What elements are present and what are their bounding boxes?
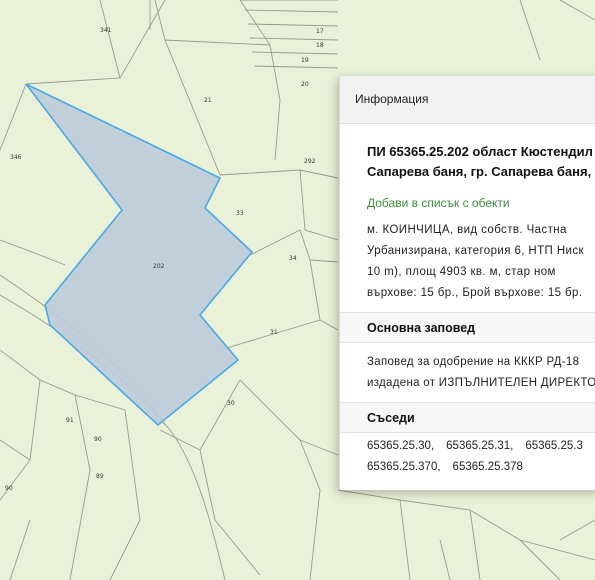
parcel-label: 21 — [204, 97, 212, 104]
neighbors-section-heading: Съседи — [340, 402, 595, 433]
parcel-label: 33 — [236, 210, 244, 217]
neighbors-heading-text: Съседи — [367, 411, 415, 425]
order-heading-text: Основна заповед — [367, 321, 476, 335]
parcel-label: 91 — [66, 417, 74, 424]
parcel-label: 202 — [153, 263, 165, 270]
parcel-label: 20 — [301, 81, 309, 88]
info-panel: Информация ПИ 65365.25.202 област Кюстен… — [339, 76, 595, 490]
neighbor-link[interactable]: 65365.25.31, — [446, 436, 513, 457]
order-text: Заповед за одобрение на КККР РД-18 издад… — [367, 352, 595, 394]
parcel-description: м. КОИНЧИЦА, вид собств. Частна Урбанизи… — [367, 220, 595, 304]
description-line: върхове: 15 бр., Брой върхове: 15 бр. — [367, 287, 583, 299]
panel-header: Информация — [340, 76, 595, 124]
order-text-line: Заповед за одобрение на КККР РД-18 — [367, 356, 580, 368]
panel-header-title: Информация — [355, 92, 429, 106]
neighbor-link[interactable]: 65365.25.30, — [367, 436, 434, 457]
neighbors-list: 65365.25.30, 65365.25.31, 65365.25.3 653… — [367, 436, 595, 478]
order-section-heading: Основна заповед — [340, 312, 595, 343]
parcel-title-line-2: Сапарева баня, гр. Сапарева баня, м — [367, 164, 595, 179]
parcel-label: 30 — [227, 400, 235, 407]
neighbor-link[interactable]: 65365.25.3 — [525, 436, 583, 457]
parcel-label: 34 — [289, 255, 297, 262]
description-line: Урбанизирана, категория 6, НТП Ниск — [367, 245, 584, 257]
parcel-label: 346 — [10, 154, 22, 161]
parcel-label: 18 — [316, 42, 324, 49]
parcel-title: ПИ 65365.25.202 област Кюстендил Сапарев… — [367, 142, 595, 182]
neighbor-link[interactable]: 65365.25.378 — [453, 457, 523, 478]
description-line: м. КОИНЧИЦА, вид собств. Частна — [367, 224, 567, 236]
description-line: 10 m), площ 4903 кв. м, стар ном — [367, 266, 556, 278]
parcel-label: 292 — [304, 158, 316, 165]
parcel-label: 90 — [94, 436, 102, 443]
neighbor-link[interactable]: 65365.25.370, — [367, 457, 441, 478]
parcel-label: 31 — [270, 329, 278, 336]
parcel-label: 19 — [301, 57, 309, 64]
order-text-line: издадена от ИЗПЪЛНИТЕЛЕН ДИРЕКТО — [367, 377, 595, 389]
parcel-label: 341 — [100, 27, 112, 34]
parcel-label: 17 — [316, 28, 324, 35]
parcel-label: 90 — [5, 485, 13, 492]
parcel-label: 89 — [96, 473, 104, 480]
add-to-list-link[interactable]: Добави в списък с обекти — [367, 196, 510, 210]
parcel-title-line-1: ПИ 65365.25.202 област Кюстендил — [367, 144, 593, 159]
